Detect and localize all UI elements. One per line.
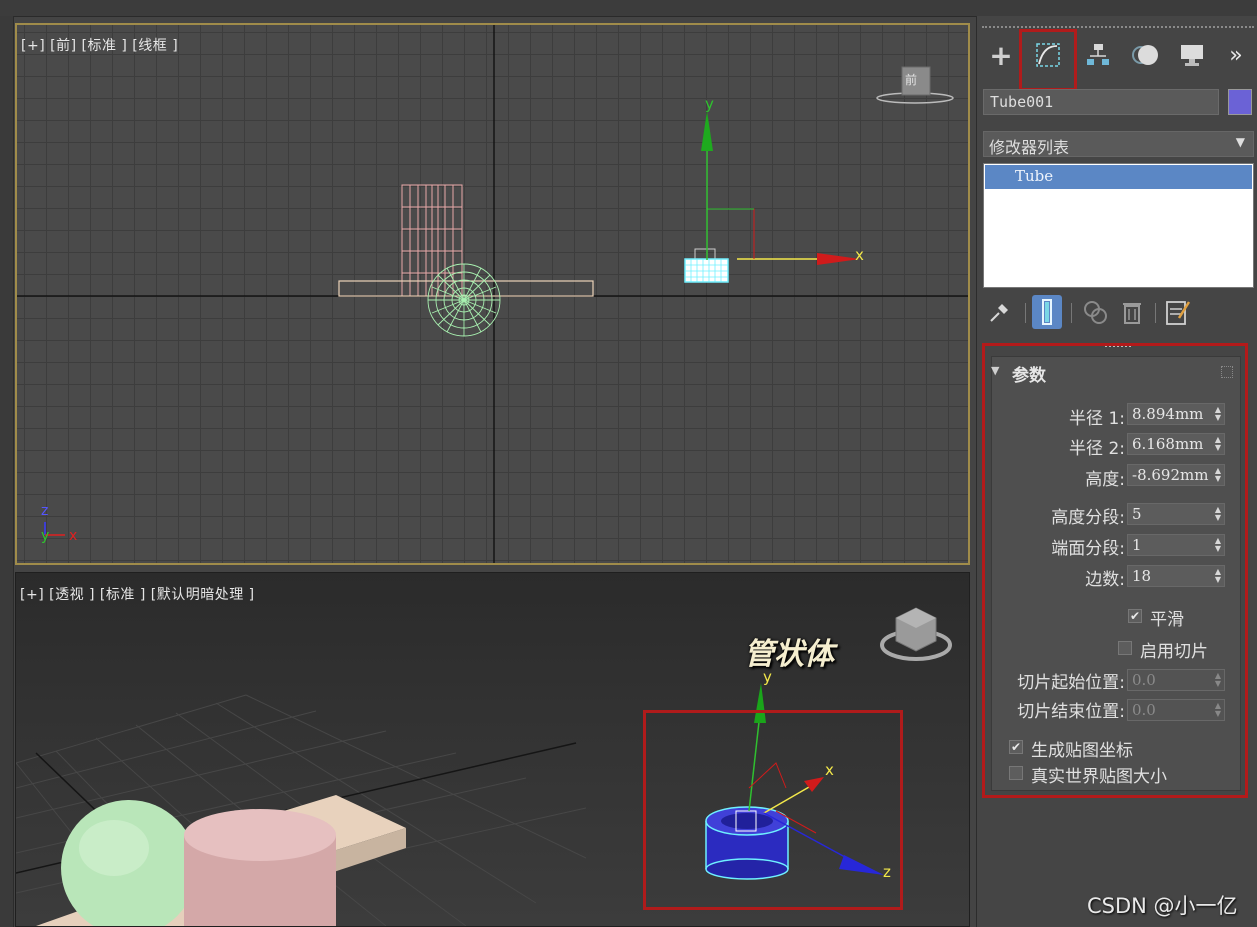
annotation-title: 管状体	[744, 637, 834, 672]
display-icon	[1181, 45, 1203, 66]
height-segments-label: 高度分段:	[1051, 508, 1125, 528]
radius2-label: 半径 2:	[1069, 439, 1125, 459]
toolbar-divider	[1155, 303, 1156, 323]
left-edge-strip	[0, 16, 14, 927]
show-end-result-button[interactable]	[1032, 295, 1062, 329]
viewcube-face-label[interactable]: 前	[905, 71, 917, 88]
spinner-arrows-icon[interactable]: ▲ ▼	[1215, 506, 1221, 522]
radius1-value[interactable]: 8.894mm	[1132, 405, 1203, 423]
axis-z-label: z	[41, 503, 49, 519]
gizmo-x-label: x	[825, 761, 834, 779]
motion-tab[interactable]	[1125, 34, 1165, 76]
height-spinner[interactable]: -8.692mm ▲ ▼	[1127, 464, 1225, 486]
spinner-arrows-icon[interactable]: ▲ ▼	[1215, 568, 1221, 584]
axis-x-label: x	[69, 528, 78, 544]
slice-from-spinner[interactable]: 0.0 ▲ ▼	[1127, 669, 1225, 691]
viewport-perspective[interactable]: [+] [透视 ] [标准 ] [默认明暗处理 ] 管状体 y x z	[15, 572, 970, 927]
watermark: CSDN @小一亿	[1087, 894, 1238, 918]
highlight-modify-tab	[1019, 29, 1077, 91]
stack-item-tube[interactable]: Tube	[985, 165, 1252, 189]
real-world-map-size-checkbox[interactable]	[1009, 766, 1023, 780]
gizmo-z-label: z	[883, 863, 891, 881]
modifier-list-dropdown[interactable]: 修改器列表 ▼	[983, 131, 1254, 157]
top-toolbar-strip	[0, 0, 1257, 17]
spinner-arrows-icon[interactable]: ▲ ▼	[1215, 406, 1221, 422]
radius2-spinner[interactable]: 6.168mm ▲ ▼	[1127, 433, 1225, 455]
pin-icon	[990, 304, 1008, 322]
modifier-list-label: 修改器列表	[989, 138, 1070, 157]
rollout-title[interactable]: 参数	[1012, 361, 1046, 386]
modifier-stack[interactable]: Tube	[983, 163, 1254, 288]
height-value[interactable]: -8.692mm	[1132, 466, 1208, 484]
plus-icon: +	[989, 38, 1013, 72]
real-world-map-size-label[interactable]: 真实世界贴图大小	[1031, 762, 1167, 787]
display-tab[interactable]	[1172, 34, 1212, 76]
toolbar-divider	[1025, 303, 1026, 323]
slice-from-value[interactable]: 0.0	[1132, 671, 1156, 689]
cap-segments-label: 端面分段:	[1051, 539, 1125, 559]
remove-modifier-button[interactable]	[1117, 295, 1147, 329]
gen-map-coords-checkbox[interactable]: ✔	[1009, 740, 1023, 754]
more-tabs-button[interactable]: »	[1220, 34, 1252, 76]
height-segments-value[interactable]: 5	[1132, 505, 1142, 523]
gizmo-x-label: x	[855, 246, 864, 264]
highlight-box-tube	[643, 710, 903, 910]
radius1-label: 半径 1:	[1069, 409, 1125, 429]
sphere-wireframe	[427, 263, 501, 337]
motion-icon	[1132, 45, 1158, 65]
slice-on-checkbox[interactable]	[1118, 641, 1132, 655]
slice-to-label: 切片结束位置:	[1017, 702, 1125, 722]
toolbar-divider	[1071, 303, 1072, 323]
cap-segments-spinner[interactable]: 1 ▲ ▼	[1127, 534, 1225, 556]
viewcube-icon	[880, 607, 952, 661]
smooth-label[interactable]: 平滑	[1150, 605, 1184, 630]
height-label: 高度:	[1085, 470, 1125, 490]
slice-to-value[interactable]: 0.0	[1132, 701, 1156, 719]
spinner-arrows-icon[interactable]: ▲ ▼	[1215, 467, 1221, 483]
height-segments-spinner[interactable]: 5 ▲ ▼	[1127, 503, 1225, 525]
gizmo-y-label: y	[705, 95, 714, 113]
spinner-arrows-icon[interactable]: ▲ ▼	[1215, 537, 1221, 553]
move-gizmo	[701, 111, 860, 265]
gizmo-y-label: y	[763, 668, 772, 686]
show-end-result-icon	[1042, 299, 1052, 325]
make-unique-icon	[1084, 301, 1107, 324]
remove-modifier-icon	[1123, 303, 1141, 324]
radius1-spinner[interactable]: 8.894mm ▲ ▼	[1127, 403, 1225, 425]
front-viewport-scene	[17, 25, 968, 563]
slice-on-label[interactable]: 启用切片	[1140, 637, 1208, 662]
sides-label: 边数:	[1085, 570, 1125, 590]
axis-y-label: y	[41, 528, 50, 544]
viewport-front[interactable]: [+] [前] [标准 ] [线框 ] 前 y x z y x	[15, 23, 970, 565]
hierarchy-tab[interactable]	[1078, 34, 1118, 76]
configure-sets-icon	[1166, 301, 1191, 325]
object-name-field[interactable]: Tube001	[983, 89, 1219, 115]
slice-to-spinner[interactable]: 0.0 ▲ ▼	[1127, 699, 1225, 721]
make-unique-button[interactable]	[1081, 295, 1111, 329]
pin-stack-button[interactable]	[985, 295, 1015, 329]
cap-segments-value[interactable]: 1	[1132, 536, 1142, 554]
create-tab[interactable]: +	[981, 34, 1021, 76]
gen-map-coords-label[interactable]: 生成贴图坐标	[1031, 736, 1133, 761]
hierarchy-icon	[1087, 44, 1109, 65]
slice-from-label: 切片起始位置:	[1017, 673, 1125, 693]
rollout-grip-icon	[1221, 366, 1233, 378]
spinner-arrows-icon[interactable]: ▲ ▼	[1215, 436, 1221, 452]
radius2-value[interactable]: 6.168mm	[1132, 435, 1203, 453]
smooth-checkbox[interactable]: ✔	[1128, 609, 1142, 623]
spinner-arrows-icon[interactable]: ▲ ▼	[1215, 702, 1221, 718]
chevron-down-icon: ▼	[1235, 135, 1245, 149]
sides-value[interactable]: 18	[1132, 567, 1151, 585]
rollout-collapse-icon[interactable]: ▼	[991, 364, 999, 377]
object-color-swatch[interactable]	[1228, 89, 1252, 115]
sides-spinner[interactable]: 18 ▲ ▼	[1127, 565, 1225, 587]
configure-modifier-sets-button[interactable]	[1163, 295, 1193, 329]
spinner-arrows-icon[interactable]: ▲ ▼	[1215, 672, 1221, 688]
